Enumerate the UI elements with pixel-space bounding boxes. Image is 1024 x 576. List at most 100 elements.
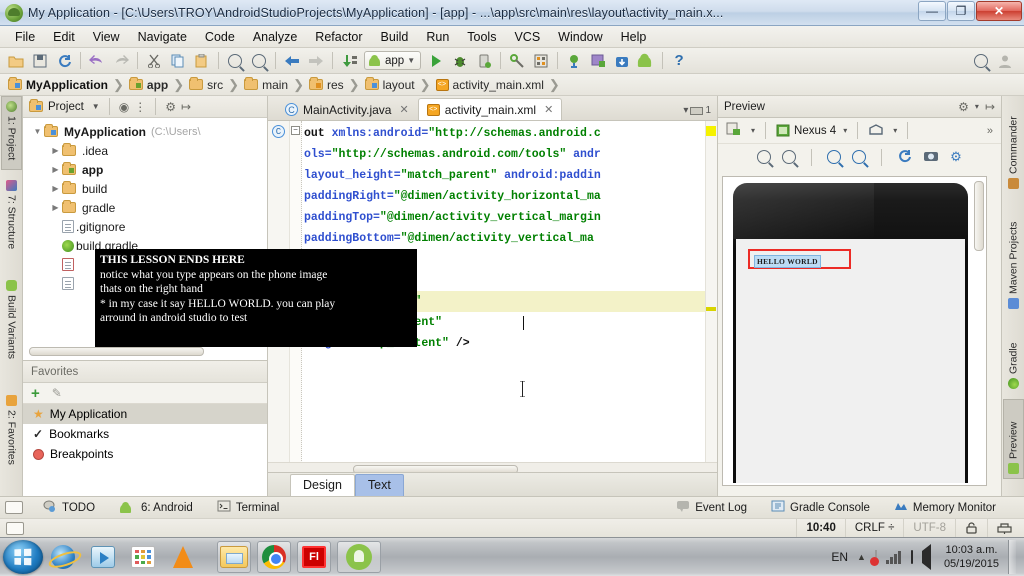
settings-icon[interactable]: ⚙ [950, 149, 962, 165]
close-icon[interactable]: ✕ [399, 103, 408, 116]
app-grid-icon[interactable] [126, 541, 160, 573]
refresh-icon[interactable] [897, 149, 912, 166]
undo-icon[interactable] [86, 50, 108, 72]
breadcrumb-item-main[interactable]: main [244, 77, 288, 92]
zoom-out-icon[interactable] [852, 150, 867, 164]
chrome-icon[interactable] [257, 541, 291, 573]
line-separator[interactable]: CRLF ÷ [844, 518, 904, 538]
tree-row-build[interactable]: ▶ build [23, 179, 267, 198]
avd-manager-icon[interactable] [530, 50, 552, 72]
menu-item-edit[interactable]: Edit [44, 28, 84, 46]
start-button[interactable] [3, 540, 43, 574]
tab-design[interactable]: Design [290, 474, 355, 496]
edit-icon[interactable]: ✎ [52, 386, 62, 400]
paste-icon[interactable] [191, 50, 213, 72]
menu-item-file[interactable]: File [6, 28, 44, 46]
chevron-down-icon[interactable]: ▾ [893, 126, 897, 135]
favorites-item-breakpoints[interactable]: Breakpoints [23, 444, 267, 464]
network-icon[interactable] [885, 550, 902, 564]
sidebar-item-favorites[interactable]: 2: Favorites [1, 391, 22, 485]
close-icon[interactable]: ✕ [544, 103, 553, 116]
sidebar-item-maven-projects[interactable]: Maven Projects [1003, 201, 1024, 313]
cut-icon[interactable] [143, 50, 165, 72]
menu-item-navigate[interactable]: Navigate [129, 28, 196, 46]
menu-item-vcs[interactable]: VCS [505, 28, 549, 46]
more-icon[interactable]: » [987, 125, 993, 137]
add-icon[interactable]: + [31, 386, 40, 401]
sidebar-item-commander[interactable]: Commander [1003, 98, 1024, 193]
project-horizontal-scrollbar[interactable] [29, 347, 204, 356]
windows-media-player-icon[interactable] [86, 541, 120, 573]
chevron-right-icon[interactable]: ▶ [49, 165, 62, 174]
breadcrumb-item-res[interactable]: res [309, 77, 344, 92]
menu-item-tools[interactable]: Tools [458, 28, 505, 46]
gradle-sync-icon[interactable] [563, 50, 585, 72]
tree-row-gradle[interactable]: ▶ gradle [23, 198, 267, 217]
unlocked-icon[interactable] [955, 518, 987, 538]
menu-item-run[interactable]: Run [417, 28, 458, 46]
editor-tab-mainactivity-java[interactable]: C MainActivity.java ✕ [276, 98, 418, 120]
menu-item-refactor[interactable]: Refactor [306, 28, 371, 46]
tree-row-app[interactable]: ▶ app [23, 160, 267, 179]
tab-text[interactable]: Text [354, 474, 404, 496]
breadcrumb-item-layout[interactable]: layout [364, 77, 415, 92]
toggle-toolbars-icon[interactable] [6, 521, 24, 535]
show-desktop-button[interactable] [1008, 540, 1016, 574]
show-hidden-icons-arrow[interactable]: ▲ [857, 552, 866, 562]
sidebar-item-structure[interactable]: 7: Structure [1, 176, 22, 268]
save-all-icon[interactable] [29, 50, 51, 72]
android-sdk-icon[interactable] [611, 50, 633, 72]
avd-icon[interactable] [635, 50, 657, 72]
sidebar-item-gradle[interactable]: Gradle [1003, 321, 1024, 393]
caret-position[interactable]: 10:40 [796, 518, 844, 538]
favorites-item-bookmarks[interactable]: ✓ Bookmarks [23, 424, 267, 444]
device-preview-frame[interactable]: HELLO WORLD [722, 176, 987, 486]
android-studio-taskbar-icon[interactable] [337, 541, 381, 573]
redo-icon[interactable] [110, 50, 132, 72]
orientation-icon[interactable] [868, 123, 884, 139]
action-center-flag-icon[interactable] [874, 550, 877, 564]
account-icon[interactable] [994, 50, 1016, 72]
bottom-item-memory-monitor[interactable]: Memory Monitor [882, 500, 1024, 515]
chevron-right-icon[interactable]: ▶ [49, 184, 62, 193]
tab-list-icon[interactable] [690, 106, 704, 115]
breadcrumb-item-myapplication[interactable]: MyApplication [8, 77, 108, 92]
breadcrumb-item-app[interactable]: app [128, 77, 168, 92]
menu-item-analyze[interactable]: Analyze [244, 28, 306, 46]
chevron-right-icon[interactable]: ▶ [49, 146, 62, 155]
screenshot-icon[interactable] [923, 149, 939, 165]
device-selector[interactable]: Nexus 4 ▾ [776, 124, 847, 137]
update-project-icon[interactable] [338, 50, 360, 72]
bottom-item-android[interactable]: 6: Android [107, 501, 205, 514]
minimize-button[interactable]: — [918, 1, 946, 21]
tree-row-gitignore[interactable]: .gitignore [23, 217, 267, 236]
restore-layout-icon[interactable] [5, 501, 23, 514]
highlight-marker[interactable] [706, 307, 716, 311]
close-button[interactable]: ✕ [976, 1, 1022, 21]
android-device-monitor-icon[interactable] [587, 50, 609, 72]
language-indicator[interactable]: EN [831, 550, 848, 564]
target-icon[interactable]: ◉ [119, 100, 129, 114]
menu-item-build[interactable]: Build [372, 28, 418, 46]
menu-item-view[interactable]: View [84, 28, 129, 46]
chevron-down-icon[interactable]: ▼ [31, 127, 44, 136]
attach-debugger-icon[interactable] [473, 50, 495, 72]
open-folder-icon[interactable] [5, 50, 27, 72]
find-icon[interactable] [224, 50, 246, 72]
replace-icon[interactable] [248, 50, 270, 72]
internet-explorer-icon[interactable] [46, 541, 80, 573]
vlc-icon[interactable] [166, 541, 200, 573]
collapse-fold-icon[interactable]: − [291, 126, 300, 135]
taskbar-clock[interactable]: 10:03 a.m. 05/19/2015 [940, 543, 999, 571]
chevron-down-icon[interactable]: ▾ [975, 102, 979, 111]
clipboard-icon[interactable] [910, 550, 913, 564]
favorites-item-my-application[interactable]: ★ My Application [23, 404, 267, 424]
sidebar-item-preview[interactable]: Preview [1003, 399, 1024, 479]
flash-icon[interactable]: Fl [297, 541, 331, 573]
debug-icon[interactable] [449, 50, 471, 72]
windows-explorer-icon[interactable] [217, 541, 251, 573]
copy-icon[interactable] [167, 50, 189, 72]
menu-item-code[interactable]: Code [196, 28, 244, 46]
hide-icon[interactable]: ↦ [985, 100, 995, 114]
file-encoding[interactable]: UTF-8 [903, 518, 955, 538]
